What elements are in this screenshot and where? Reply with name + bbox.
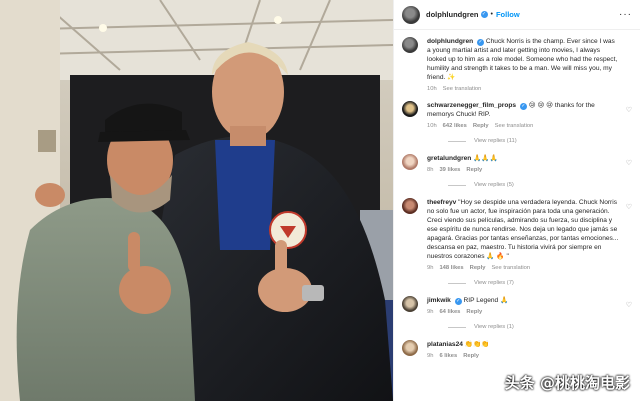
comment-text: RIP Legend 🙏 [463,297,509,304]
heart-icon[interactable]: ♡ [626,106,632,114]
see-translation-link[interactable]: See translation [443,86,482,92]
comment-text: "Hoy se despide una verdadera leyenda. C… [427,199,619,260]
comment-likes[interactable]: 642 likes [443,123,467,129]
comment-text: 🙏🙏🙏 [473,155,498,162]
view-replies-button[interactable]: View replies (1) [448,324,632,330]
avatar[interactable] [402,296,418,312]
comment-item: gretalundgren 🙏🙏🙏 8h 39 likes Reply ♡ [402,154,632,173]
caption-time: 10h [427,86,437,92]
avatar[interactable] [402,198,418,214]
view-replies-button[interactable]: View replies (7) [448,280,632,286]
see-translation-link[interactable]: See translation [495,123,534,129]
verified-badge-icon: ✓ [477,39,484,46]
see-translation-link[interactable]: See translation [491,265,530,271]
heart-icon[interactable]: ♡ [626,203,632,211]
heart-icon[interactable]: ♡ [626,159,632,167]
comment-time: 10h [427,123,437,129]
verified-badge-icon: ✓ [454,298,462,305]
comment-likes[interactable]: 39 likes [439,167,460,173]
caption: dolphlundgren ✓ Chuck Norris is the cham… [402,37,632,92]
photo-illustration [0,0,393,401]
verified-badge-icon: ✓ [519,103,527,110]
view-replies-button[interactable]: View replies (11) [448,138,632,144]
comment-item: theefreyv "Hoy se despide una verdadera … [402,198,632,271]
comment-likes[interactable]: 148 likes [439,265,463,271]
avatar[interactable] [402,37,418,53]
post-header: dolphlundgren ✓ • Follow ··· [394,0,640,30]
comment-item: platanias24 👏👏👏 9h 6 likes Reply [402,340,632,359]
comment-time: 9h [427,309,434,315]
comment-username[interactable]: platanias24 [427,341,463,348]
avatar[interactable] [402,154,418,170]
comment-likes[interactable]: 64 likes [439,309,460,315]
comment-time: 9h [427,353,434,359]
comments-list: dolphlundgren ✓ Chuck Norris is the cham… [394,30,640,359]
reply-button[interactable]: Reply [463,353,479,359]
verified-badge-icon: ✓ [480,11,488,18]
reply-button[interactable]: Reply [466,167,482,173]
follow-button[interactable]: Follow [496,10,520,19]
view-replies-button[interactable]: View replies (5) [448,182,632,188]
separator-dot: • [490,11,493,18]
reply-button[interactable]: Reply [470,265,486,271]
reply-button[interactable]: Reply [466,309,482,315]
watermark: 头条 @桃桃淘电影 [504,374,630,392]
more-horizontal-icon[interactable]: ··· [619,9,632,20]
comment-item: jimkwik ✓ RIP Legend 🙏 9h 64 likes Reply ♡ [402,296,632,315]
comment-time: 8h [427,167,434,173]
comment-username[interactable]: gretalundgren [427,155,471,162]
comment-text: 👏👏👏 [464,341,490,348]
avatar[interactable] [402,101,418,117]
comment-time: 9h [427,265,434,271]
post-photo[interactable] [0,0,393,401]
header-username[interactable]: dolphlundgren [426,10,479,19]
reply-button[interactable]: Reply [473,123,489,129]
caption-username[interactable]: dolphlundgren [427,38,473,45]
post-sidebar: dolphlundgren ✓ • Follow ··· dolphlundgr… [393,0,640,401]
heart-icon[interactable]: ♡ [626,301,632,309]
avatar[interactable] [402,5,420,24]
avatar[interactable] [402,340,418,356]
comment-username[interactable]: theefreyv [427,199,456,206]
comment-username[interactable]: schwarzenegger_film_props [427,102,516,109]
comment-likes[interactable]: 6 likes [439,353,457,359]
comment-item: schwarzenegger_film_props ✓ 😢 😢 😢 thanks… [402,101,632,129]
comment-username[interactable]: jimkwik [427,297,451,304]
